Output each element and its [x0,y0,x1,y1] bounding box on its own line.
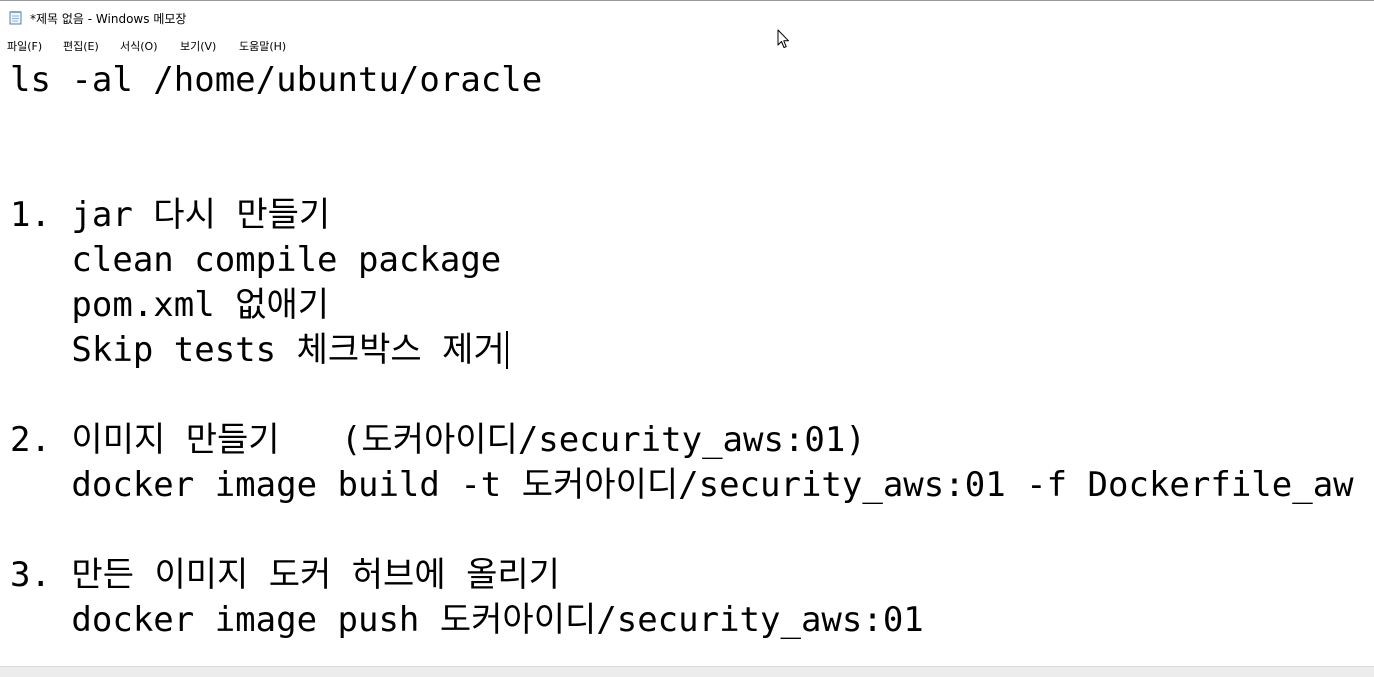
text-caret [505,331,508,369]
editor-line: 2. 이미지 만들기 (도커아이디/security_aws:01) [10,420,866,460]
editor-line: 1. jar 다시 만들기 [10,195,331,235]
menu-help[interactable]: 도움말(H) [237,37,288,55]
text-editor-area[interactable]: ls -al /home/ubuntu/oracle 1. jar 다시 만들기… [0,56,1374,666]
editor-line-text: Skip tests 체크박스 제거 [10,330,505,370]
menu-format[interactable]: 서식(O) [118,37,159,55]
editor-line: pom.xml 없애기 [10,285,330,325]
notepad-icon [9,10,23,25]
window-title: *제목 없음 - Windows 메모장 [30,12,187,26]
editor-line-with-caret: Skip tests 체크박스 제거 [10,330,508,370]
horizontal-scrollbar[interactable] [0,666,1374,677]
editor-line: docker image push 도커아이디/security_aws:01 [10,600,924,640]
editor-line: ls -al /home/ubuntu/oracle [10,60,543,100]
menu-view[interactable]: 보기(V) [178,37,218,55]
menu-edit[interactable]: 편집(E) [61,37,101,55]
editor-line: docker image build -t 도커아이디/security_aws… [10,465,1354,505]
title-bar[interactable]: *제목 없음 - Windows 메모장 [0,0,1374,34]
menu-file[interactable]: 파일(F) [5,37,44,55]
editor-line: 3. 만든 이미지 도커 허브에 올리기 [10,555,560,595]
editor-line: clean compile package [10,240,502,280]
notepad-window: *제목 없음 - Windows 메모장 파일(F) 편집(E) 서식(O) 보… [0,0,1374,677]
menu-bar: 파일(F) 편집(E) 서식(O) 보기(V) 도움말(H) [0,34,1374,56]
mouse-pointer-icon [777,29,791,51]
